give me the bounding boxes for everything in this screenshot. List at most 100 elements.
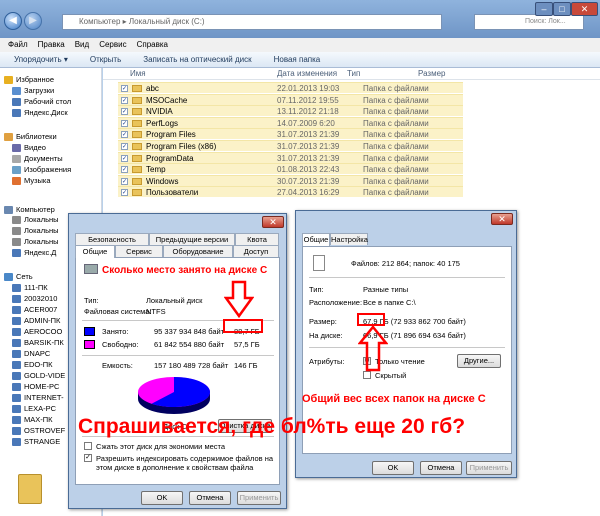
search-input[interactable]: Поиск: Лок...: [474, 14, 584, 30]
menu-item[interactable]: Файл: [8, 38, 28, 52]
nav-item[interactable]: Локальны: [12, 236, 59, 247]
nav-item-icon: [12, 394, 21, 403]
tab-security[interactable]: Безопасность: [75, 233, 149, 245]
minimize-icon[interactable]: –: [535, 2, 553, 16]
address-bar[interactable]: Компьютер ▸ Локальный диск (C:): [62, 14, 442, 30]
nav-item[interactable]: DNAPC: [12, 348, 50, 359]
nav-item[interactable]: INTERNET-: [12, 392, 64, 403]
nav-item[interactable]: STRANGE: [12, 436, 60, 447]
nav-item[interactable]: Яндекс.Д: [12, 247, 56, 258]
menu-item[interactable]: Справка: [137, 38, 168, 52]
table-row[interactable]: ✓ MSOCache 07.11.2012 19:55 Папка с файлами: [118, 93, 463, 105]
nav-item[interactable]: 111-ПК: [12, 282, 48, 293]
toolbar-item[interactable]: Записать на оптический диск: [143, 52, 251, 67]
nav-item[interactable]: LEXA-PC: [12, 403, 56, 414]
other-attributes-button[interactable]: Другие...: [457, 354, 501, 368]
nav-item[interactable]: BARSIK-ПК: [12, 337, 64, 348]
nav-item[interactable]: 20032010: [12, 293, 57, 304]
col-type[interactable]: Тип: [347, 68, 360, 80]
table-row[interactable]: ✓ Temp 01.08.2013 22:43 Папка с файлами: [118, 163, 463, 175]
cancel-button[interactable]: Отмена: [420, 461, 462, 475]
row-checkbox[interactable]: ✓: [121, 166, 128, 174]
ok-button[interactable]: OK: [141, 491, 183, 505]
nav-item[interactable]: Музыка: [12, 175, 51, 186]
nav-item[interactable]: Документы: [12, 153, 63, 164]
nav-item[interactable]: GOLD-VIDE: [12, 370, 65, 381]
nav-item[interactable]: HOME-PC: [12, 381, 59, 392]
menu-item[interactable]: Правка: [38, 38, 65, 52]
nav-item[interactable]: Локальны: [12, 225, 59, 236]
row-checkbox[interactable]: ✓: [121, 154, 128, 162]
row-checkbox[interactable]: ✓: [121, 108, 128, 116]
col-date[interactable]: Дата изменения: [277, 68, 337, 80]
toolbar-item[interactable]: Упорядочить ▾: [14, 52, 68, 67]
row-checkbox[interactable]: ✓: [121, 143, 128, 150]
close-icon[interactable]: ✕: [491, 213, 513, 225]
nav-item-label: 111-ПК: [24, 283, 48, 292]
row-date: 13.11.2012 21:18: [277, 107, 339, 117]
table-row[interactable]: ✓ ProgramData 31.07.2013 21:39 Папка с файл…: [118, 151, 463, 163]
tab-quota[interactable]: Квота: [235, 233, 279, 245]
tab-general[interactable]: Общие: [302, 233, 330, 246]
table-row[interactable]: ✓ Windows 30.07.2013 21:39 Папка с файлами: [118, 174, 463, 186]
toolbar-item[interactable]: Новая папка: [274, 52, 321, 67]
ok-button[interactable]: OK: [372, 461, 414, 475]
row-name: PerfLogs: [146, 118, 179, 128]
nav-item[interactable]: Изображения: [12, 164, 71, 175]
forward-arrow-icon[interactable]: ▶: [24, 12, 42, 30]
nav-item[interactable]: Загрузки: [12, 85, 54, 96]
nav-item[interactable]: ACER007: [12, 304, 57, 315]
tab-previous-versions[interactable]: Предыдущие версии: [149, 233, 235, 245]
row-checkbox[interactable]: ✓: [121, 189, 128, 197]
nav-item-icon: [12, 328, 21, 337]
tab-settings[interactable]: Настройка: [330, 233, 368, 245]
table-row[interactable]: ✓ Program Files 31.07.2013 21:39 Папка с фа…: [118, 128, 463, 140]
nav-item[interactable]: Сеть: [4, 271, 33, 282]
compress-checkbox[interactable]: [84, 442, 92, 450]
menu-item[interactable]: Сервис: [99, 38, 126, 52]
toolbar-item[interactable]: Открыть: [90, 52, 121, 67]
tab-hardware[interactable]: Оборудование: [163, 245, 233, 257]
close-icon[interactable]: ✕: [571, 2, 598, 16]
nav-item-icon: [4, 273, 13, 282]
col-name[interactable]: Имя: [130, 68, 146, 80]
back-arrow-icon[interactable]: ◀: [4, 12, 22, 30]
nav-item[interactable]: Рабочий стол: [12, 96, 71, 107]
nav-item[interactable]: AEROCOO: [12, 326, 62, 337]
used-gb-highlight: [223, 319, 263, 333]
close-icon[interactable]: ✕: [262, 216, 284, 228]
nav-item[interactable]: OSTROVEF: [12, 425, 65, 436]
row-checkbox[interactable]: ✓: [121, 131, 128, 139]
nav-item-label: ADMIN-ПК: [24, 316, 61, 325]
maximize-icon[interactable]: □: [553, 2, 571, 16]
nav-item[interactable]: ADMIN-ПК: [12, 315, 60, 326]
table-row[interactable]: ✓ Program Files (x86) 31.07.2013 21:39 Папк…: [118, 140, 463, 151]
apply-button[interactable]: Применить: [466, 461, 512, 475]
table-row[interactable]: ✓ Пользователи 27.04.2013 16:29 Папка с фай…: [118, 186, 463, 198]
tab-general[interactable]: Общие: [75, 245, 115, 258]
nav-item[interactable]: Локальны: [12, 214, 59, 225]
index-checkbox[interactable]: ✓: [84, 454, 92, 462]
nav-item[interactable]: Видео: [12, 142, 46, 153]
nav-item[interactable]: MAX-ПК: [12, 414, 53, 425]
col-size[interactable]: Размер: [418, 68, 446, 80]
table-row[interactable]: ✓ PerfLogs 14.07.2009 6:20 Папка с файлами: [118, 116, 463, 128]
table-row[interactable]: ✓ NVIDIA 13.11.2012 21:18 Папка с файлами: [118, 105, 463, 117]
tab-sharing[interactable]: Доступ: [233, 245, 279, 257]
cancel-button[interactable]: Отмена: [189, 491, 231, 505]
nav-item-icon: [4, 133, 13, 142]
row-checkbox[interactable]: ✓: [121, 85, 128, 92]
question-annotation: Спрашивается, где бл%ть еще 20 гб?: [78, 415, 466, 438]
row-date: 14.07.2009 6:20: [277, 118, 335, 128]
table-row[interactable]: ✓ abc 22.01.2013 19:03 Папка с файлами: [118, 82, 463, 93]
tab-service[interactable]: Сервис: [115, 245, 163, 257]
row-checkbox[interactable]: ✓: [121, 177, 128, 185]
nav-item[interactable]: Яндекс.Диск: [12, 107, 68, 118]
apply-button[interactable]: Применить: [237, 491, 281, 505]
menu-item[interactable]: Вид: [75, 38, 89, 52]
nav-item[interactable]: Библиотеки: [4, 131, 57, 142]
nav-item[interactable]: Избранное: [4, 74, 54, 85]
row-checkbox[interactable]: ✓: [121, 96, 128, 104]
nav-item[interactable]: EDO-ПК: [12, 359, 53, 370]
row-checkbox[interactable]: ✓: [121, 119, 128, 127]
